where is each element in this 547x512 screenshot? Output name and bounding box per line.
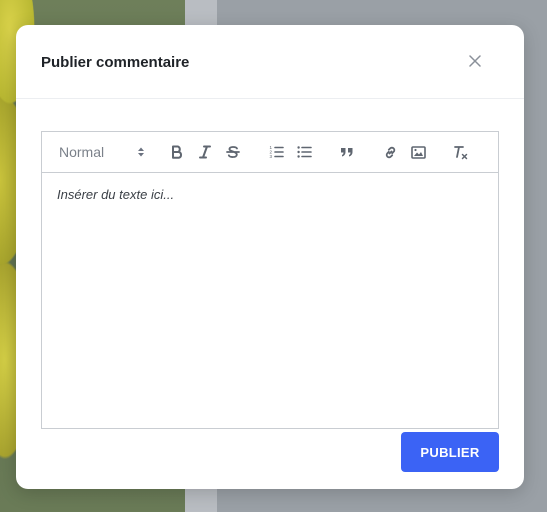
editor-content-area[interactable]: Insérer du texte ici... xyxy=(42,173,498,428)
link-button[interactable] xyxy=(381,142,399,162)
publish-button[interactable]: PUBLIER xyxy=(401,432,499,472)
ordered-list-icon: 1 2 3 xyxy=(269,145,284,159)
clear-format-button[interactable] xyxy=(452,142,470,162)
rich-text-editor: Normal 1 2 3 Insérer du texte ici... xyxy=(41,131,499,429)
bold-icon xyxy=(172,145,183,159)
select-arrows-icon xyxy=(138,147,144,157)
editor-placeholder: Insérer du texte ici... xyxy=(57,187,175,202)
bold-button[interactable] xyxy=(168,142,186,162)
editor-toolbar: Normal 1 2 3 xyxy=(42,132,498,173)
italic-button[interactable] xyxy=(196,142,214,162)
image-icon xyxy=(410,145,426,159)
modal-header: Publier commentaire xyxy=(16,25,524,99)
quote-icon xyxy=(341,148,353,157)
format-select-value: Normal xyxy=(59,144,105,160)
clear-format-icon xyxy=(454,145,468,159)
svg-text:3: 3 xyxy=(269,154,272,159)
format-select[interactable]: Normal xyxy=(59,142,145,162)
bullet-list-icon xyxy=(296,146,312,158)
strike-button[interactable] xyxy=(224,142,242,162)
quote-button[interactable] xyxy=(338,142,356,162)
bullet-list-button[interactable] xyxy=(295,142,313,162)
link-icon xyxy=(385,146,395,158)
ordered-list-button[interactable]: 1 2 3 xyxy=(267,142,285,162)
strike-icon xyxy=(226,146,240,158)
close-icon xyxy=(469,55,481,67)
italic-icon xyxy=(199,145,211,159)
modal-title: Publier commentaire xyxy=(41,54,190,71)
publish-comment-modal: Publier commentaire Normal 1 2 3 Insérer… xyxy=(16,25,524,489)
close-button[interactable] xyxy=(465,51,485,71)
image-button[interactable] xyxy=(409,142,427,162)
